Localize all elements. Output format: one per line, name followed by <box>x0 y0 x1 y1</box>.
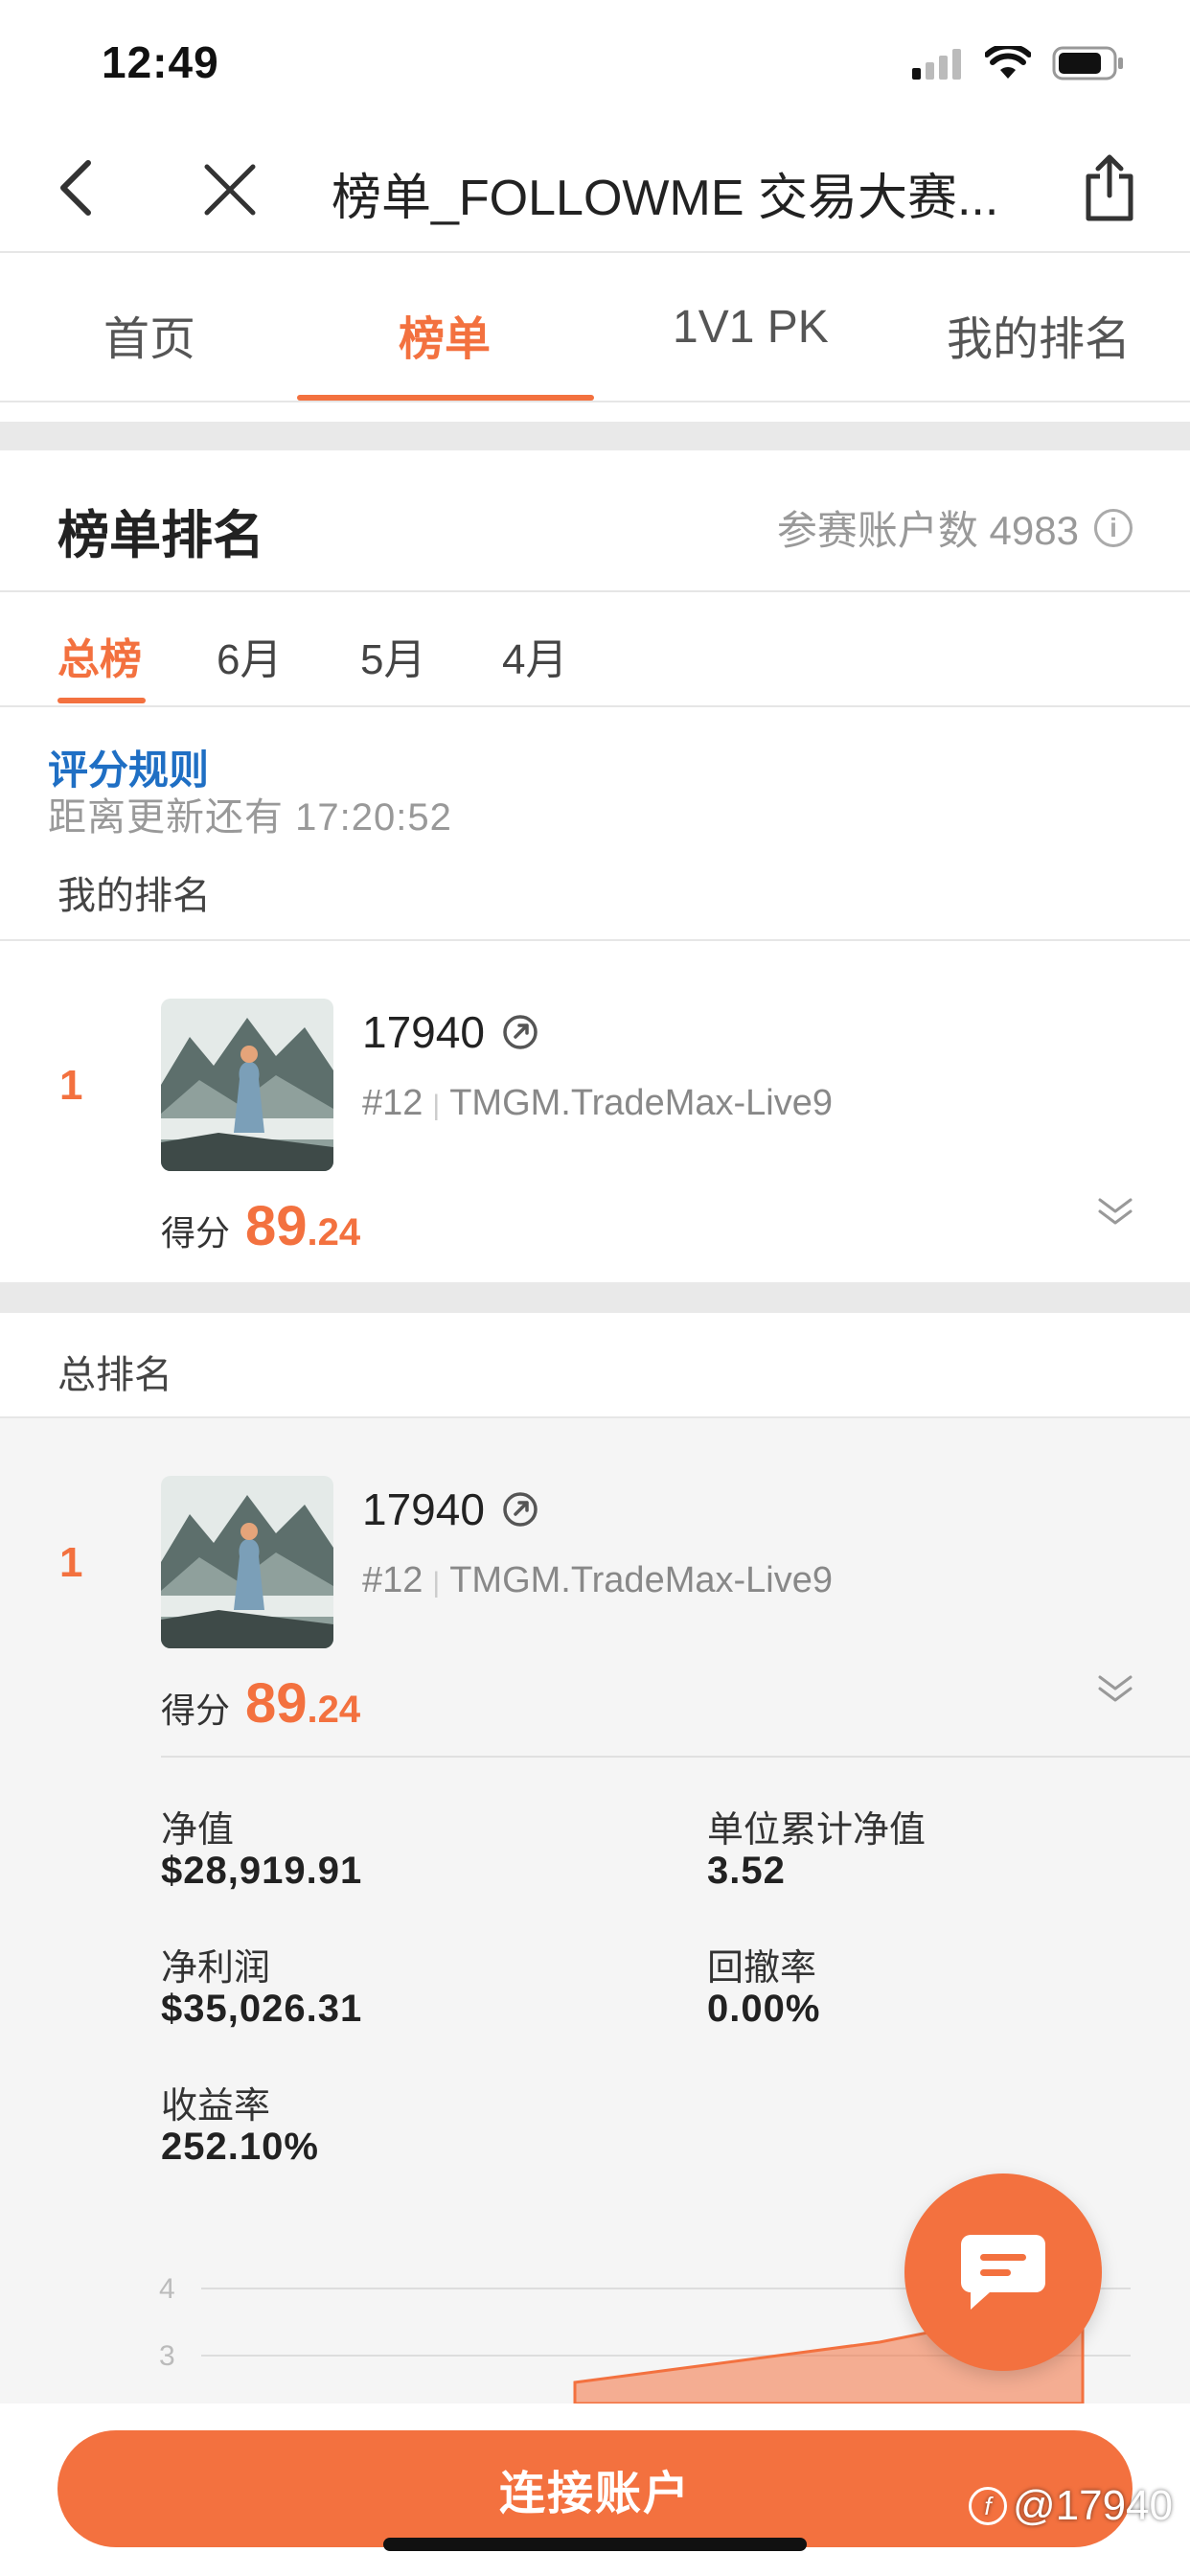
active-tab-indicator <box>297 395 594 401</box>
account-username[interactable]: 17940 <box>362 1006 538 1058</box>
score-label: 得分 <box>161 1213 231 1253</box>
net-value: $28,919.91 <box>161 1850 363 1892</box>
rank-number: 1 <box>59 1539 83 1586</box>
participants-label: 参赛账户数 4983 <box>776 508 1079 553</box>
total-rank-heading: 总排名 <box>57 1354 172 1396</box>
close-icon[interactable] <box>203 163 257 217</box>
subtab-may[interactable]: 5月 <box>360 625 425 686</box>
score-value: 89 <box>245 1672 308 1735</box>
username-text: 17940 <box>362 1484 485 1534</box>
y-tick-label: 3 <box>159 2340 175 2372</box>
tab-home[interactable]: 首页 <box>103 301 195 368</box>
divider <box>161 1756 1190 1758</box>
chevron-down-icon[interactable] <box>1096 1196 1134 1227</box>
score-label: 得分 <box>161 1690 231 1730</box>
external-link-icon[interactable] <box>502 1491 538 1528</box>
avatar[interactable] <box>161 1476 333 1648</box>
avatar-landscape-image <box>161 999 333 1171</box>
score-row: 得分 89.24 <box>161 1671 360 1736</box>
y-tick-label: 4 <box>159 2273 175 2305</box>
page-title: 榜单_FOLLOWME 交易大赛... <box>332 171 999 226</box>
section-separator <box>0 1282 1190 1313</box>
broker-server: TMGM.TradeMax-Live9 <box>449 1083 833 1123</box>
divider <box>0 590 1190 592</box>
wifi-icon <box>985 46 1031 79</box>
account-meta: #12 | TMGM.TradeMax-Live9 <box>362 1083 833 1123</box>
account-number: #12 <box>362 1560 423 1600</box>
signal-icon <box>912 49 961 80</box>
avatar-landscape-image <box>161 1476 333 1648</box>
section-separator <box>0 422 1190 450</box>
tab-leaderboard[interactable]: 榜单 <box>399 301 491 368</box>
active-subtab-indicator <box>57 698 146 703</box>
score-value: 89 <box>245 1195 308 1257</box>
watermark-logo-icon: f <box>968 2487 1007 2525</box>
score-row: 得分 89.24 <box>161 1194 360 1258</box>
divider <box>0 705 1190 707</box>
net-profit-label: 净利润 <box>161 1948 271 1989</box>
battery-icon <box>1052 46 1123 80</box>
net-profit-value: $35,026.31 <box>161 1988 363 2030</box>
watermark-text: @17940 <box>1012 2482 1173 2529</box>
chat-button[interactable] <box>904 2174 1102 2371</box>
subtab-june[interactable]: 6月 <box>217 625 282 686</box>
unit-nav-value: 3.52 <box>707 1850 786 1892</box>
chevron-down-icon[interactable] <box>1096 1673 1134 1704</box>
home-indicator <box>383 2538 807 2551</box>
tab-my-rank[interactable]: 我的排名 <box>947 301 1131 368</box>
divider <box>0 939 1190 941</box>
my-rank-heading: 我的排名 <box>57 875 211 917</box>
share-icon[interactable] <box>1083 153 1136 222</box>
account-username[interactable]: 17940 <box>362 1484 538 1535</box>
net-value-label: 净值 <box>161 1810 235 1851</box>
score-decimal: .24 <box>307 1689 361 1731</box>
update-countdown: 距离更新还有 17:20:52 <box>48 796 452 839</box>
status-time: 12:49 <box>102 37 219 87</box>
info-icon[interactable]: i <box>1094 508 1133 547</box>
return-rate-label: 收益率 <box>161 2086 271 2127</box>
participants-count: 参赛账户数 4983 i <box>777 498 1133 557</box>
account-number: #12 <box>362 1083 423 1123</box>
broker-server: TMGM.TradeMax-Live9 <box>449 1560 833 1600</box>
avatar[interactable] <box>161 999 333 1171</box>
external-link-icon[interactable] <box>502 1014 538 1050</box>
score-decimal: .24 <box>307 1211 361 1254</box>
drawdown-label: 回撤率 <box>707 1948 817 1989</box>
account-meta: #12 | TMGM.TradeMax-Live9 <box>362 1560 833 1600</box>
watermark: f @17940 <box>968 2482 1173 2530</box>
unit-nav-label: 单位累计净值 <box>707 1810 927 1851</box>
chat-icon <box>961 2235 1045 2310</box>
subtab-april[interactable]: 4月 <box>502 625 567 686</box>
section-title: 榜单排名 <box>57 507 264 564</box>
main-tabs: 首页 榜单 1V1 PK 我的排名 <box>0 253 1190 402</box>
drawdown-value: 0.00% <box>707 1988 821 2030</box>
subtab-overall[interactable]: 总榜 <box>57 625 142 686</box>
rank-number: 1 <box>59 1062 83 1109</box>
username-text: 17940 <box>362 1007 485 1057</box>
status-icons <box>912 46 1125 80</box>
return-rate-value: 252.10% <box>161 2126 319 2168</box>
back-icon[interactable] <box>57 159 96 217</box>
tab-1v1-pk[interactable]: 1V1 PK <box>673 301 829 354</box>
